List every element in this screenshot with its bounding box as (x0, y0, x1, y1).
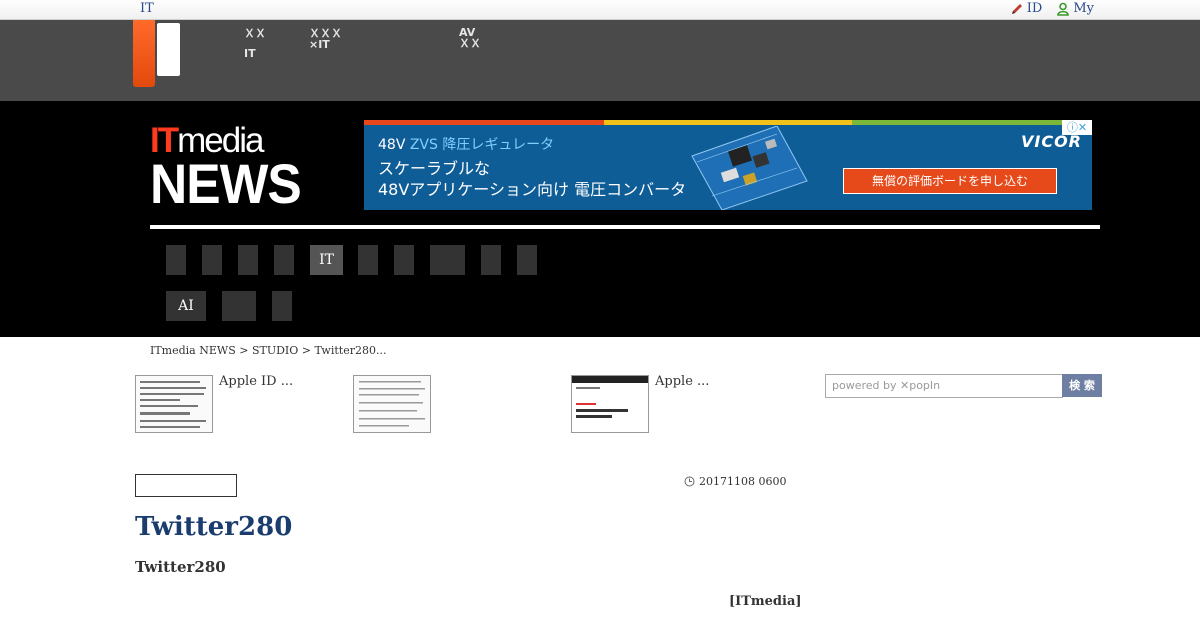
category-tab-13[interactable] (272, 291, 292, 321)
gnav-item-1-line2: IT (244, 47, 256, 60)
ad-headline-accent: ZVS 降圧レギュレータ (409, 137, 555, 153)
circuit-board-image (691, 126, 808, 210)
related-thumb-1-image (136, 376, 212, 432)
ad-body-line-2: 48Vアプリケーション向け 電圧コンバータ (378, 180, 687, 199)
ad-headline: 48V ZVS 降圧レギュレータ (378, 134, 554, 154)
category-tab-9[interactable] (481, 245, 501, 275)
article-subtitle: Twitter280 (135, 558, 226, 576)
ad-color-stripe (364, 120, 1092, 125)
banner-ad[interactable]: 48V ZVS 降圧レギュレータ スケーラブルな 48Vアプリケーション向け 電… (364, 120, 1092, 210)
category-tab-ai[interactable]: AI (166, 291, 206, 321)
logo-news-text: NEWS (150, 152, 302, 215)
related-title-3[interactable]: Apple ... (655, 374, 709, 389)
gnav-item-3-line2: ＸＸ (459, 37, 481, 50)
ad-body: スケーラブルな 48Vアプリケーション向け 電圧コンバータ (378, 158, 686, 200)
global-nav: ＸＸ IT ＸＸＸ ×IT AV ＸＸ (0, 20, 1200, 101)
itmedia-news-logo[interactable]: ITmedia NEWS (150, 123, 310, 215)
article-title: Twitter280 (135, 512, 293, 542)
related-thumb-1[interactable] (135, 375, 213, 433)
search-placeholder: powered by ✕popIn (832, 379, 941, 392)
top-brand-link[interactable]: IT (140, 0, 154, 17)
clock-icon (684, 476, 695, 487)
my-link[interactable]: My (1056, 0, 1094, 17)
gnav-item-1-line1: ＸＸ (244, 27, 266, 40)
related-thumb-2-image (354, 376, 430, 432)
category-tab-2[interactable] (202, 245, 222, 275)
search-button[interactable]: 検 索 (1062, 374, 1102, 397)
category-tab-1[interactable] (166, 245, 186, 275)
my-link-label: My (1073, 1, 1094, 16)
user-icon (1057, 2, 1070, 16)
article-tag-box[interactable] (135, 474, 237, 497)
related-title-1[interactable]: Apple ID ... (219, 374, 293, 389)
related-thumb-2[interactable] (353, 375, 431, 433)
itmedia-logo-white-block[interactable] (157, 23, 180, 76)
category-tab-3[interactable] (238, 245, 258, 275)
itmedia-logo-orange-block[interactable] (133, 20, 155, 87)
category-tab-8[interactable] (430, 245, 465, 275)
id-link[interactable]: ID (1010, 0, 1043, 17)
article-byline: [ITmedia] (729, 594, 802, 609)
ad-headline-prefix: 48V (378, 137, 410, 153)
category-tab-4[interactable] (274, 245, 294, 275)
pencil-icon (1011, 3, 1022, 14)
publish-date-text: 20171108 0600 (699, 475, 787, 488)
top-utility-bar: IT ID My (0, 0, 1200, 20)
top-user-links: ID My (1010, 0, 1094, 17)
gnav-item-1[interactable]: ＸＸ IT (244, 28, 266, 59)
ad-choices-icon[interactable]: ⓘ✕ (1062, 120, 1092, 135)
search-input[interactable]: powered by ✕popIn (825, 374, 1063, 398)
ad-body-line-1: スケーラブルな (378, 159, 491, 178)
related-thumb-3-image (572, 376, 648, 432)
gnav-item-2-line2: ×IT (309, 38, 330, 51)
related-thumb-3[interactable] (571, 375, 649, 433)
header-divider (150, 225, 1100, 229)
category-tab-it[interactable]: IT (310, 245, 343, 275)
breadcrumb[interactable]: ITmedia NEWS > STUDIO > Twitter280... (150, 344, 386, 357)
category-tab-6[interactable] (358, 245, 378, 275)
ad-cta-button[interactable]: 無償の評価ボードを申し込む (843, 168, 1057, 194)
gnav-item-3[interactable]: AV ＸＸ (459, 27, 481, 49)
publish-date: 20171108 0600 (684, 475, 786, 488)
site-header: ITmedia NEWS 48V ZVS 降圧レギュレータ スケーラブルな 48… (0, 101, 1200, 337)
category-tab-7[interactable] (394, 245, 414, 275)
category-tab-12[interactable] (222, 291, 256, 321)
category-tab-10[interactable] (517, 245, 537, 275)
gnav-item-2[interactable]: ＸＸＸ ×IT (309, 28, 342, 50)
id-link-label: ID (1026, 1, 1043, 16)
